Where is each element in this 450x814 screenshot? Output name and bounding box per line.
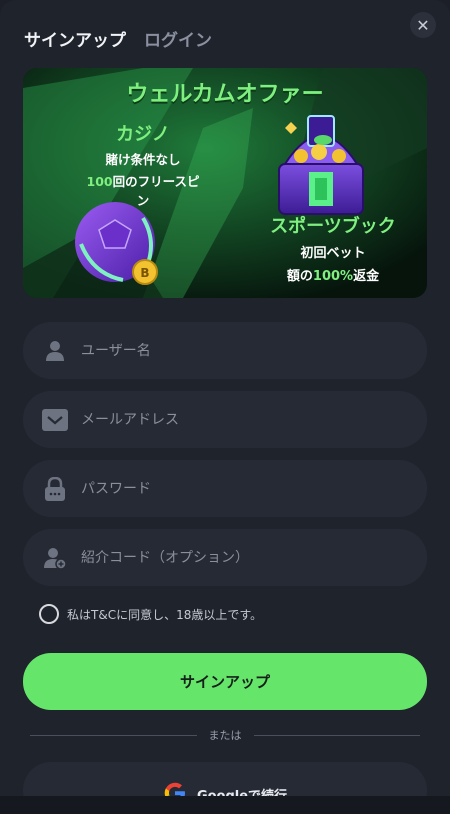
close-icon: ✕ [416, 15, 430, 35]
divider-line-left [30, 734, 197, 736]
signup-button[interactable]: サインアップ [23, 653, 427, 710]
terms-agreement: 私はT&Cに同意し、18歳以上です。 [39, 604, 262, 624]
terms-text: 私はT&Cに同意し、18歳以上です。 [67, 607, 263, 622]
banner-title: ウェルカムオファー [126, 82, 324, 107]
sportsbook-highlight: 100% [312, 269, 354, 284]
sportsbook-heading: スポーツブック [270, 216, 396, 237]
email-input[interactable] [81, 411, 381, 428]
casino-offer: カジノ 賭け条件なし 100回のフリースピン [83, 120, 203, 209]
sportsbook-line2: 額の100%返金 [253, 265, 413, 284]
referral-code-input[interactable] [81, 549, 381, 566]
referral-code-field[interactable] [23, 529, 427, 586]
email-field[interactable] [23, 391, 427, 448]
casino-line2-rest: 回のフリースピン [112, 174, 200, 208]
username-input[interactable] [81, 342, 381, 359]
sportsbook-offer: スポーツブック 初回ベット 額の100%返金 [253, 212, 413, 284]
tab-login[interactable]: ログイン [144, 26, 212, 51]
username-field[interactable] [23, 322, 427, 379]
close-button[interactable]: ✕ [410, 12, 436, 38]
casino-line2: 100回のフリースピン [83, 171, 203, 209]
sportsbook-line1: 初回ベット [300, 246, 366, 261]
bottom-bar [0, 796, 450, 814]
auth-tabs: サインアップ ログイン [24, 26, 212, 51]
password-field[interactable] [23, 460, 427, 517]
welcome-offer-banner[interactable]: B ウェルカムオファー カジノ 賭け条件なし 100回のフリースピン スポーツブ… [23, 68, 427, 298]
terms-radio[interactable] [39, 604, 59, 624]
casino-highlight: 100 [86, 174, 113, 189]
sportsbook-line2-pre: 額の [286, 269, 313, 284]
divider-text: または [208, 729, 242, 742]
lock-icon [41, 475, 69, 503]
sportsbook-line2-post: 返金 [353, 269, 380, 284]
casino-line1: 賭け条件なし [105, 152, 181, 167]
password-input[interactable] [81, 480, 381, 497]
add-user-icon [41, 544, 69, 572]
coin-icon: B [132, 259, 158, 285]
signup-modal: サインアップ ログイン ✕ B ウェルカムオファー カジノ 賭け条件なし 100… [0, 0, 450, 814]
casino-heading: カジノ [116, 124, 170, 145]
divider-line-right [253, 734, 420, 736]
tab-signup[interactable]: サインアップ [24, 26, 126, 51]
email-icon [41, 406, 69, 434]
user-icon [41, 337, 69, 365]
coin-symbol: B [140, 266, 149, 280]
or-divider: または [30, 727, 420, 743]
